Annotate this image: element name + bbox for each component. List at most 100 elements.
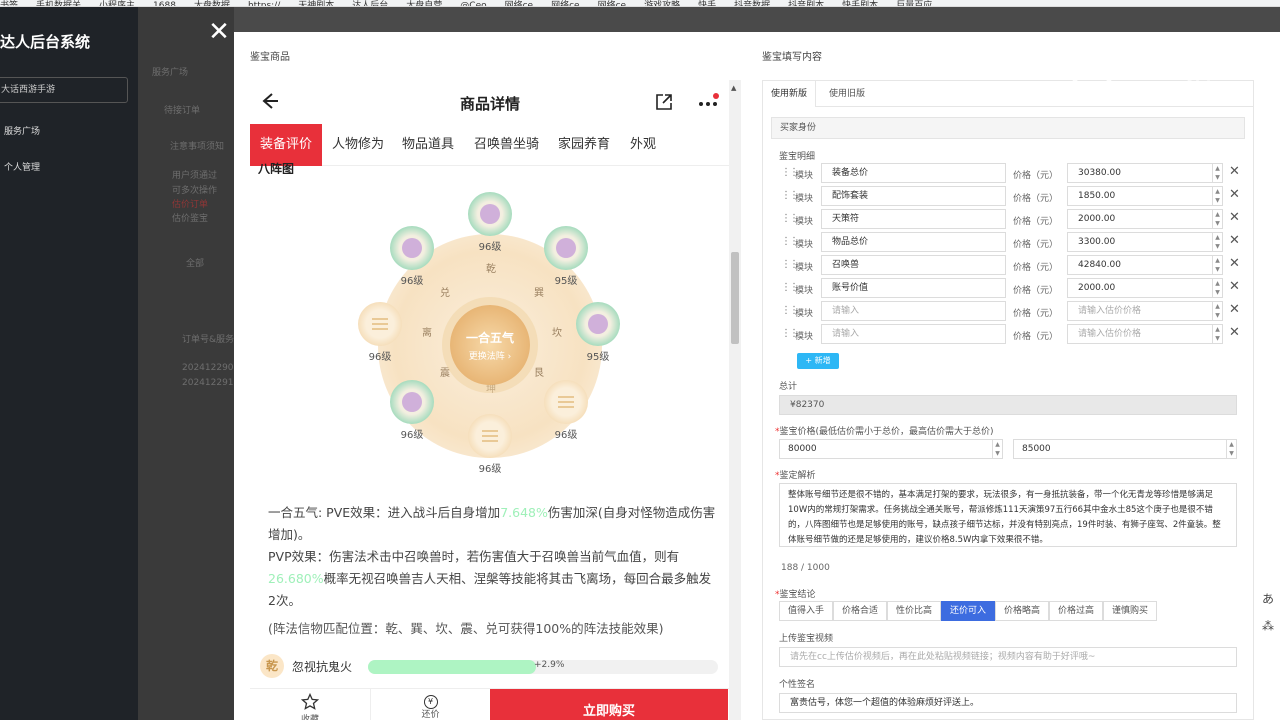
share-icon[interactable] (654, 92, 674, 112)
star-icon (300, 692, 320, 710)
tab-items[interactable]: 物品道具 (402, 124, 454, 166)
price-stepper[interactable]: ▲ ▼ (1212, 210, 1222, 228)
slot-level: 95级 (554, 276, 578, 287)
more-icon[interactable] (696, 92, 720, 112)
module-name-input[interactable]: 请输入 (821, 324, 1006, 344)
change-formation-button[interactable]: 一合五气 更换法阵 › (450, 305, 530, 385)
price-stepper[interactable]: ▲ ▼ (1212, 325, 1222, 343)
module-name-input[interactable]: 账号价值 (821, 278, 1006, 298)
delete-module-icon[interactable]: ✕ (1229, 210, 1240, 226)
formation-token-icon[interactable] (544, 226, 588, 270)
delete-module-icon[interactable]: ✕ (1229, 233, 1240, 249)
module-price-input[interactable]: 请输入估价价格 ▲ ▼ (1067, 301, 1223, 321)
delete-module-icon[interactable]: ✕ (1229, 187, 1240, 203)
min-price-stepper[interactable]: ▲ ▼ (992, 440, 1002, 458)
tab-pets-mounts[interactable]: 召唤兽坐骑 (474, 124, 539, 166)
formation-token-icon[interactable] (468, 192, 512, 236)
sidebar-item-service-plaza[interactable]: 服务广场 (4, 124, 40, 137)
max-price-stepper[interactable]: ▲ ▼ (1226, 440, 1236, 458)
add-module-button[interactable]: + 新增 (797, 353, 839, 369)
conclusion-label-text: 鉴宝结论 (779, 590, 816, 600)
video-link-input[interactable]: 请先在cc上传估价视频后，再在此处粘贴视频链接；视频内容有助于好评哦~ (779, 647, 1237, 667)
price-word: 价格（元） (1013, 332, 1059, 342)
buy-now-button[interactable]: 立即购买 (490, 689, 728, 720)
tab-new-version[interactable]: 使用新版 (763, 81, 817, 107)
formation-token-icon[interactable] (390, 226, 434, 270)
max-price-input[interactable]: 85000 ▲ ▼ (1013, 439, 1237, 459)
signature-input[interactable]: 富贵估号，体您一个超值的体验麻烦好评送上。 (779, 693, 1237, 713)
price-stepper[interactable]: ▲ ▼ (1212, 187, 1222, 205)
module-price-value: 42840.00 (1078, 260, 1121, 270)
price-word: 价格（元） (1013, 171, 1059, 181)
module-price-input[interactable]: 42840.00 ▲ ▼ (1067, 255, 1223, 275)
price-stepper[interactable]: ▲ ▼ (1212, 302, 1222, 320)
preview-scroll-thumb[interactable] (731, 252, 739, 344)
module-name-input[interactable]: 天策符 (821, 209, 1006, 229)
price-word: 价格（元） (1013, 194, 1059, 204)
pvp-suffix: 概率无视召唤兽吉人天相、涅槃等技能将其击飞离场，每回合最多触发2次。 (268, 571, 712, 608)
empty-slot-lines (558, 396, 574, 408)
token-gem (480, 204, 500, 224)
trigram-label: 乾 (486, 264, 496, 275)
empty-slot-icon[interactable] (358, 302, 402, 346)
module-name-input[interactable]: 请输入 (821, 301, 1006, 321)
min-price-input[interactable]: 80000 ▲ ▼ (779, 439, 1003, 459)
module-price-input[interactable]: 2000.00 ▲ ▼ (1067, 278, 1223, 298)
sidebar-item-personal[interactable]: 个人管理 (4, 160, 40, 173)
conclusion-option[interactable]: 还价可入 (941, 601, 995, 621)
resist-value: +2.9% (534, 660, 565, 670)
module-name-input[interactable]: 配饰套装 (821, 186, 1006, 206)
drawer-left-title: 鉴宝商品 (250, 52, 290, 63)
tab-character[interactable]: 人物修为 (332, 124, 384, 166)
resist-bar-row: 乾 忽视抗鬼火 +2.9% (260, 652, 720, 682)
analysis-textarea[interactable]: 整体账号细节还是很不错的，基本满足打架的要求，玩法很多，有一身抵抗装备，带一个化… (779, 483, 1237, 547)
tab-old-version[interactable]: 使用旧版 (821, 81, 873, 107)
conclusion-option[interactable]: 价格过高 (1049, 601, 1103, 621)
conclusion-option[interactable]: 谨慎购买 (1103, 601, 1157, 621)
tab-appearance[interactable]: 外观 (630, 124, 656, 166)
change-formation-label: 更换法阵 › (468, 352, 512, 362)
module-price-value: 1850.00 (1078, 191, 1116, 201)
module-price-input[interactable]: 30380.00 ▲ ▼ (1067, 163, 1223, 183)
price-stepper[interactable]: ▲ ▼ (1212, 256, 1222, 274)
bargain-button[interactable]: ¥ 还价 (370, 689, 490, 720)
scroll-up-icon[interactable]: ▲ (731, 84, 736, 92)
grid-icon[interactable]: ⁂ (1256, 619, 1280, 633)
delete-module-icon[interactable]: ✕ (1229, 164, 1240, 180)
trigram-label: 坎 (552, 328, 562, 339)
delete-module-icon[interactable]: ✕ (1229, 302, 1240, 318)
conclusion-option[interactable]: 值得入手 (779, 601, 833, 621)
empty-slot-icon[interactable] (544, 380, 588, 424)
token-gem (402, 392, 422, 412)
delete-module-icon[interactable]: ✕ (1229, 325, 1240, 341)
module-price-input[interactable]: 3300.00 ▲ ▼ (1067, 232, 1223, 252)
module-price-input[interactable]: 1850.00 ▲ ▼ (1067, 186, 1223, 206)
translate-icon[interactable]: あ (1256, 590, 1280, 607)
price-stepper[interactable]: ▲ ▼ (1212, 279, 1222, 297)
delete-module-icon[interactable]: ✕ (1229, 256, 1240, 272)
slot-level: 96级 (400, 430, 424, 441)
close-icon: ✕ (208, 17, 230, 47)
formation-token-icon[interactable] (576, 302, 620, 346)
module-price-input[interactable]: 2000.00 ▲ ▼ (1067, 209, 1223, 229)
empty-slot-icon[interactable] (468, 414, 512, 458)
bargain-label: 还价 (421, 710, 440, 720)
module-price-input[interactable]: 请输入估价价格 ▲ ▼ (1067, 324, 1223, 344)
module-name-input[interactable]: 装备总价 (821, 163, 1006, 183)
game-select[interactable]: 大话西游手游 (0, 77, 128, 103)
preview-scrollbar[interactable] (729, 80, 741, 720)
delete-module-icon[interactable]: ✕ (1229, 279, 1240, 295)
price-stepper[interactable]: ▲ ▼ (1212, 164, 1222, 182)
conclusion-label: *鉴宝结论 (775, 590, 816, 600)
modal-overlay[interactable] (138, 7, 234, 720)
formation-token-icon[interactable] (390, 380, 434, 424)
module-name-input[interactable]: 召唤兽 (821, 255, 1006, 275)
conclusion-option[interactable]: 价格略高 (995, 601, 1049, 621)
favorite-button[interactable]: 收藏 (250, 689, 370, 720)
close-drawer-button[interactable]: ✕ (206, 17, 232, 47)
module-name-input[interactable]: 物品总价 (821, 232, 1006, 252)
conclusion-option[interactable]: 性价比高 (887, 601, 941, 621)
conclusion-option[interactable]: 价格合适 (833, 601, 887, 621)
tab-home[interactable]: 家园养育 (558, 124, 610, 166)
price-stepper[interactable]: ▲ ▼ (1212, 233, 1222, 251)
